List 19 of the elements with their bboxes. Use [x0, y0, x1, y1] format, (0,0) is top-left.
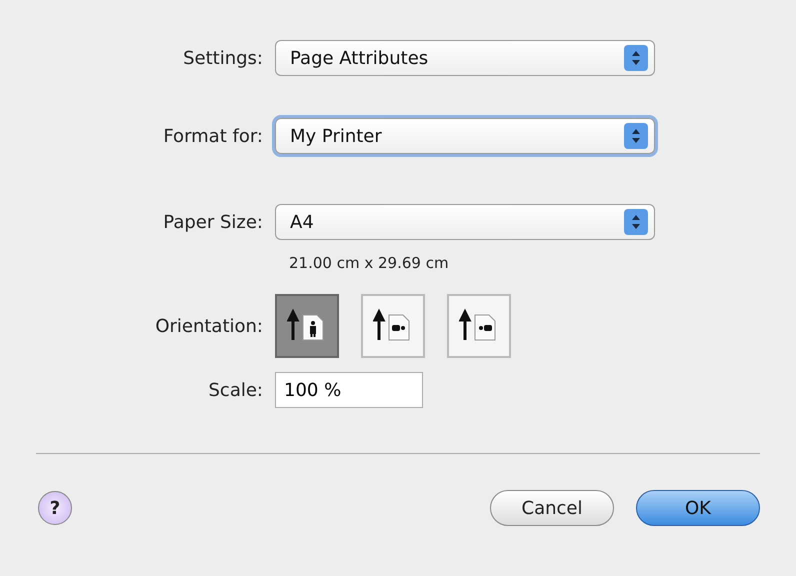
field-label: Orientation: — [154, 316, 263, 336]
field-label: Scale: — [208, 380, 263, 400]
stepper-arrows-icon — [624, 123, 648, 149]
field-label: Format for: — [162, 126, 263, 146]
popup-button[interactable]: My Printer — [275, 118, 655, 154]
stepper-arrows-icon — [624, 45, 648, 71]
field-label: Settings: — [182, 48, 263, 68]
orientation-button[interactable] — [447, 294, 511, 358]
popup-button[interactable]: A4 — [275, 204, 655, 240]
paper-dimensions: 21.00 cm x 29.69 cm — [288, 254, 450, 272]
cancel-button[interactable]: Cancel — [490, 490, 614, 526]
field-label: Paper Size: — [162, 212, 263, 232]
orientation-button[interactable] — [361, 294, 425, 358]
ok-button[interactable]: OK — [636, 490, 760, 526]
stepper-arrows-icon — [624, 209, 648, 235]
popup-button[interactable]: Page Attributes — [275, 40, 655, 76]
help-button[interactable]: ? — [38, 491, 72, 525]
scale-field[interactable]: 100 % — [275, 372, 423, 408]
orientation-button[interactable] — [275, 294, 339, 358]
